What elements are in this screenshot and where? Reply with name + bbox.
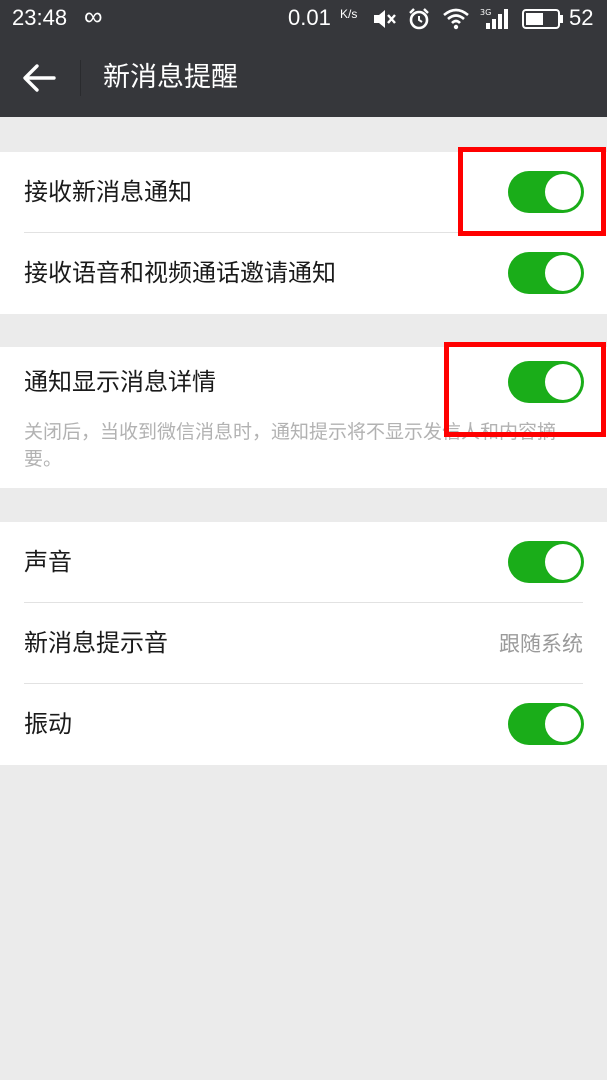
details-group: 通知显示消息详情 关闭后，当收到微信消息时，通知提示将不显示发信人和内容摘要。: [0, 347, 607, 488]
status-bar: 23:48 ∞ 0.01 K/s 3G 52: [0, 0, 607, 38]
show-message-details-toggle[interactable]: [508, 361, 584, 403]
setting-label: 接收语音和视频通话邀请通知: [24, 259, 336, 287]
title-bar: 新消息提醒: [0, 38, 607, 117]
toggle-knob: [545, 174, 581, 210]
infinity-icon: ∞: [84, 1, 103, 31]
message-tone-value: 跟随系统: [499, 632, 583, 656]
page-title: 新消息提醒: [103, 62, 238, 93]
mute-icon: [374, 10, 396, 28]
setting-row-receive-new-messages[interactable]: 接收新消息通知: [0, 152, 607, 233]
status-time: 23:48: [12, 5, 68, 30]
setting-label: 接收新消息通知: [24, 178, 192, 206]
vibrate-toggle[interactable]: [508, 703, 584, 745]
network-speed: 0.01: [288, 5, 331, 30]
back-button[interactable]: [20, 60, 60, 96]
receive-call-invites-toggle[interactable]: [508, 252, 584, 294]
setting-label: 振动: [24, 710, 72, 738]
title-divider: [80, 60, 81, 96]
signal-icon: 3G: [480, 8, 508, 29]
setting-row-show-message-details[interactable]: 通知显示消息详情: [0, 347, 607, 428]
toggle-knob: [545, 544, 581, 580]
notification-group: 接收新消息通知 接收语音和视频通话邀请通知: [0, 152, 607, 314]
toggle-knob: [545, 255, 581, 291]
setting-label: 声音: [24, 548, 72, 576]
svg-text:3G: 3G: [480, 8, 491, 17]
setting-row-sound[interactable]: 声音: [0, 522, 607, 603]
setting-description: 关闭后，当收到微信消息时，通知提示将不显示发信人和内容摘要。: [24, 421, 557, 470]
receive-new-messages-toggle[interactable]: [508, 171, 584, 213]
toggle-knob: [545, 364, 581, 400]
alarm-icon: [409, 8, 429, 30]
setting-label: 新消息提示音: [24, 629, 168, 657]
arrow-left-icon: [23, 64, 56, 92]
setting-label: 通知显示消息详情: [24, 368, 216, 396]
setting-row-receive-call-invites[interactable]: 接收语音和视频通话邀请通知: [0, 233, 607, 314]
setting-row-message-tone[interactable]: 新消息提示音 跟随系统: [0, 603, 607, 684]
wifi-icon: [443, 8, 469, 30]
sound-group: 声音 新消息提示音 跟随系统 振动: [0, 522, 607, 765]
battery-icon: [522, 9, 563, 29]
setting-row-vibrate[interactable]: 振动: [0, 684, 607, 765]
battery-level: 52: [569, 5, 594, 30]
sound-toggle[interactable]: [508, 541, 584, 583]
network-speed-unit: K/s: [340, 7, 358, 21]
toggle-knob: [545, 706, 581, 742]
